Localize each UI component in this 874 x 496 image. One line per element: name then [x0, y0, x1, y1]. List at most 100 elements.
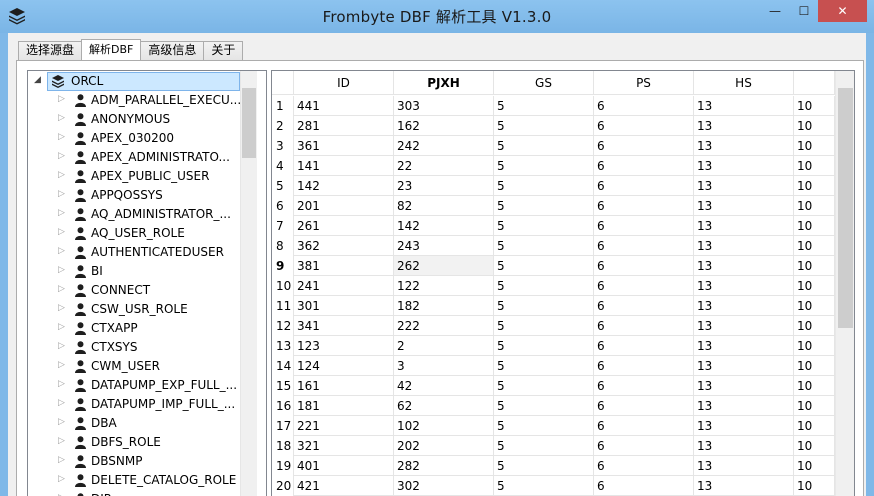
data-grid[interactable]: 1 441 303 5 6 13 10 2 281 162 5 6 13 10 3 361 242 5 6 13 10 4… — [271, 70, 855, 496]
table-cell[interactable]: 401 — [294, 456, 394, 476]
expand-arrow-icon[interactable]: ▷ — [58, 170, 65, 180]
table-cell[interactable]: 10 — [794, 196, 835, 216]
tree-item[interactable]: ▷ BI — [28, 262, 243, 281]
table-row[interactable]: 10 241 122 5 6 13 10 — [272, 276, 835, 296]
row-number[interactable]: 19 — [272, 456, 294, 476]
table-cell[interactable]: 381 — [294, 256, 394, 276]
expand-arrow-icon[interactable]: ▷ — [58, 303, 65, 313]
table-cell[interactable]: 221 — [294, 416, 394, 436]
table-cell[interactable]: 5 — [494, 456, 594, 476]
table-cell[interactable]: 10 — [794, 436, 835, 456]
table-cell[interactable]: 302 — [394, 476, 494, 496]
tree-item[interactable]: ▷ CWM_USER — [28, 357, 243, 376]
expand-arrow-icon[interactable]: ▷ — [58, 208, 65, 218]
expand-arrow-icon[interactable]: ▷ — [58, 113, 65, 123]
table-cell[interactable]: 10 — [794, 456, 835, 476]
table-cell[interactable]: 5 — [494, 356, 594, 376]
row-number[interactable]: 13 — [272, 336, 294, 356]
table-cell[interactable]: 5 — [494, 96, 594, 116]
table-cell[interactable]: 10 — [794, 316, 835, 336]
table-cell[interactable]: 141 — [294, 156, 394, 176]
table-cell[interactable]: 6 — [594, 396, 694, 416]
table-cell[interactable]: 6 — [594, 476, 694, 496]
tree-item[interactable]: ▷ DELETE_CATALOG_ROLE — [28, 471, 243, 490]
table-cell[interactable]: 10 — [794, 216, 835, 236]
column-header[interactable]: HS — [694, 71, 794, 95]
table-cell[interactable]: 181 — [294, 396, 394, 416]
table-cell[interactable]: 13 — [694, 236, 794, 256]
table-cell[interactable]: 82 — [394, 196, 494, 216]
tab-2[interactable]: 高级信息 — [140, 41, 205, 60]
table-row[interactable]: 3 361 242 5 6 13 10 — [272, 136, 835, 156]
table-cell[interactable]: 62 — [394, 396, 494, 416]
column-header[interactable]: PJXH — [394, 71, 494, 95]
table-cell[interactable]: 10 — [794, 336, 835, 356]
table-cell[interactable]: 5 — [494, 276, 594, 296]
table-row[interactable]: 15 161 42 5 6 13 10 — [272, 376, 835, 396]
expand-arrow-icon[interactable]: ▷ — [58, 265, 65, 275]
table-cell[interactable]: 10 — [794, 296, 835, 316]
expand-arrow-icon[interactable]: ▷ — [58, 322, 65, 332]
table-row[interactable]: 19 401 282 5 6 13 10 — [272, 456, 835, 476]
table-cell[interactable]: 10 — [794, 116, 835, 136]
table-row[interactable]: 13 123 2 5 6 13 10 — [272, 336, 835, 356]
table-cell[interactable]: 5 — [494, 416, 594, 436]
table-cell[interactable]: 6 — [594, 256, 694, 276]
table-row[interactable]: 1 441 303 5 6 13 10 — [272, 96, 835, 116]
table-cell[interactable]: 5 — [494, 176, 594, 196]
table-cell[interactable]: 22 — [394, 156, 494, 176]
table-cell[interactable]: 10 — [794, 396, 835, 416]
table-cell[interactable]: 6 — [594, 116, 694, 136]
grid-scrollbar[interactable] — [835, 71, 854, 496]
title-bar[interactable]: Frombyte DBF 解析工具 V1.3.0 — ☐ ✕ — [0, 0, 874, 33]
table-cell[interactable]: 5 — [494, 436, 594, 456]
table-cell[interactable]: 362 — [294, 236, 394, 256]
table-cell[interactable]: 202 — [394, 436, 494, 456]
table-cell[interactable]: 6 — [594, 356, 694, 376]
table-row[interactable]: 5 142 23 5 6 13 10 — [272, 176, 835, 196]
table-cell[interactable]: 201 — [294, 196, 394, 216]
tree-item[interactable]: ▷ ADM_PARALLEL_EXECU... — [28, 91, 243, 110]
table-row[interactable]: 9 381 262 5 6 13 10 — [272, 256, 835, 276]
table-cell[interactable]: 6 — [594, 96, 694, 116]
table-cell[interactable]: 282 — [394, 456, 494, 476]
table-row[interactable]: 17 221 102 5 6 13 10 — [272, 416, 835, 436]
expand-arrow-icon[interactable]: ▷ — [58, 246, 65, 256]
table-cell[interactable]: 242 — [394, 136, 494, 156]
tree-item[interactable]: ▷ CTXAPP — [28, 319, 243, 338]
table-cell[interactable]: 13 — [694, 296, 794, 316]
column-header[interactable]: PS — [594, 71, 694, 95]
table-cell[interactable]: 13 — [694, 356, 794, 376]
table-cell[interactable]: 23 — [394, 176, 494, 196]
tree-item[interactable]: ▷ DBSNMP — [28, 452, 243, 471]
table-row[interactable]: 4 141 22 5 6 13 10 — [272, 156, 835, 176]
row-number[interactable]: 1 — [272, 96, 294, 116]
table-cell[interactable]: 5 — [494, 116, 594, 136]
table-cell[interactable]: 6 — [594, 436, 694, 456]
table-cell[interactable]: 102 — [394, 416, 494, 436]
table-cell[interactable]: 10 — [794, 376, 835, 396]
table-cell[interactable]: 301 — [294, 296, 394, 316]
grid-scrollbar-thumb[interactable] — [838, 88, 853, 328]
table-row[interactable]: 2 281 162 5 6 13 10 — [272, 116, 835, 136]
row-number[interactable]: 12 — [272, 316, 294, 336]
tree-item[interactable]: ▷ DATAPUMP_EXP_FULL_... — [28, 376, 243, 395]
table-cell[interactable]: 6 — [594, 336, 694, 356]
tree-item[interactable]: ▷ CTXSYS — [28, 338, 243, 357]
table-cell[interactable]: 10 — [794, 476, 835, 496]
table-cell[interactable]: 5 — [494, 296, 594, 316]
table-cell[interactable]: 262 — [394, 256, 494, 276]
table-cell[interactable]: 42 — [394, 376, 494, 396]
tree-item[interactable]: ▷ AQ_USER_ROLE — [28, 224, 243, 243]
tree-item[interactable]: ▷ APEX_ADMINISTRATO... — [28, 148, 243, 167]
table-cell[interactable]: 13 — [694, 376, 794, 396]
table-cell[interactable]: 222 — [394, 316, 494, 336]
tree-scrollbar-thumb[interactable] — [242, 88, 256, 158]
table-cell[interactable]: 13 — [694, 476, 794, 496]
table-cell[interactable]: 13 — [694, 196, 794, 216]
expand-arrow-icon[interactable]: ▷ — [58, 417, 65, 427]
table-cell[interactable]: 5 — [494, 396, 594, 416]
table-cell[interactable]: 122 — [394, 276, 494, 296]
row-number[interactable]: 6 — [272, 196, 294, 216]
table-row[interactable]: 6 201 82 5 6 13 10 — [272, 196, 835, 216]
